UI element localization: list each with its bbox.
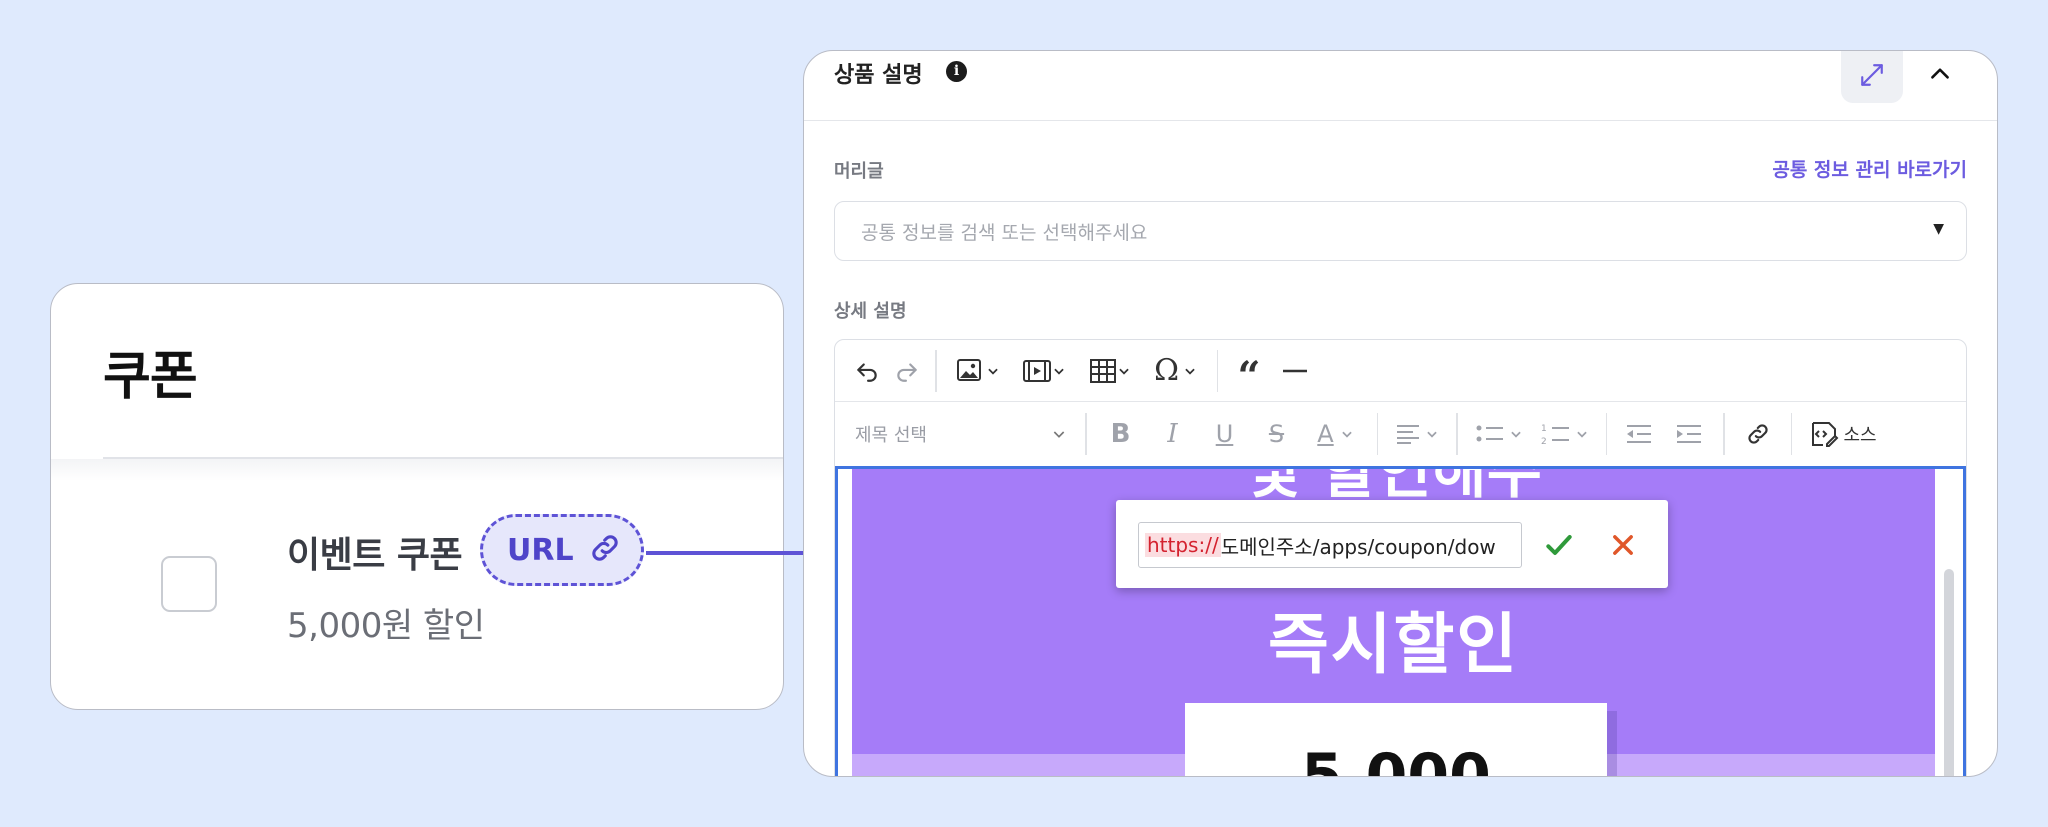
common-info-link[interactable]: 공통 정보 관리 바로가기 (1772, 155, 1967, 182)
numbered-list-icon[interactable]: 12 (1532, 414, 1598, 454)
italic-icon[interactable]: I (1147, 414, 1199, 454)
link-protocol: https:// (1145, 533, 1221, 557)
select-placeholder: 공통 정보를 검색 또는 선택해주세요 (861, 222, 1148, 244)
editor-toolbar-format: 제목 선택 B I U S A 12 소스 (835, 403, 1966, 465)
bullet-list-icon[interactable] (1466, 414, 1532, 454)
url-link-button[interactable]: URL (480, 514, 644, 586)
special-character-icon[interactable]: Ω (1143, 351, 1209, 391)
link-url-input[interactable]: https://도메인주소/apps/coupon/dow (1138, 522, 1522, 568)
blockquote-icon[interactable]: “ (1226, 351, 1272, 396)
coupon-checkbox[interactable] (161, 556, 217, 612)
indent-icon[interactable] (1663, 414, 1715, 454)
confirm-link-button[interactable] (1538, 524, 1580, 566)
underline-icon[interactable]: U (1199, 414, 1251, 454)
info-icon[interactable]: i (946, 61, 967, 82)
insert-media-icon[interactable] (1011, 351, 1077, 391)
header-field-label: 머리글 (834, 161, 884, 182)
link-edit-popup: https://도메인주소/apps/coupon/dow (1116, 500, 1668, 588)
caret-down-icon: ▼ (1933, 221, 1944, 237)
editor-toolbar-main: Ω “ (835, 340, 1966, 402)
coupon-card: 쿠폰 이벤트 쿠폰 5,000원 할인 (50, 283, 784, 710)
source-button[interactable]: 소스 (1800, 414, 1886, 454)
expand-button[interactable] (1841, 51, 1903, 103)
source-code-icon (1812, 422, 1839, 447)
check-icon (1546, 535, 1572, 555)
heading-select[interactable]: 제목 선택 (847, 414, 1077, 454)
insert-image-icon[interactable] (945, 351, 1011, 391)
link-icon[interactable] (1733, 414, 1783, 454)
strikethrough-icon[interactable]: S (1251, 414, 1303, 454)
horizontal-line-icon[interactable] (1272, 351, 1318, 391)
chevron-down-icon (1053, 431, 1065, 438)
redo-icon[interactable] (887, 351, 927, 391)
coupon-title: 쿠폰 (103, 347, 198, 407)
align-icon[interactable] (1386, 414, 1448, 454)
source-label: 소스 (1843, 425, 1877, 446)
scrollbar-thumb[interactable] (1944, 569, 1954, 776)
bold-icon[interactable]: B (1095, 414, 1147, 454)
banner-amount: 5,000 (1301, 741, 1491, 777)
coupon-discount: 5,000원 할인 (287, 606, 485, 646)
svg-text:2: 2 (1541, 437, 1547, 446)
banner-amount-card: 5,000 (1185, 703, 1607, 777)
undo-icon[interactable] (847, 351, 887, 391)
url-label: URL (507, 532, 574, 568)
detail-field-label: 상세 설명 (834, 301, 907, 322)
panel-header: 상품 설명 i (804, 51, 1997, 121)
insert-table-icon[interactable] (1077, 351, 1143, 391)
product-description-panel: 상품 설명 i 머리글 공통 정보 관리 바로가기 공통 정보를 검색 또는 선… (803, 50, 1998, 777)
panel-title: 상품 설명 (834, 63, 923, 88)
banner-headline: 즉시할인 (1268, 606, 1519, 683)
link-icon (588, 531, 622, 569)
svg-text:1: 1 (1541, 424, 1547, 434)
cancel-link-button[interactable] (1602, 524, 1644, 566)
link-path: 도메인주소/apps/coupon/dow (1220, 534, 1496, 559)
outdent-icon[interactable] (1615, 414, 1663, 454)
common-info-select[interactable]: 공통 정보를 검색 또는 선택해주세요 ▼ (834, 201, 1967, 261)
coupon-name: 이벤트 쿠폰 (287, 535, 463, 576)
close-icon (1613, 535, 1633, 555)
text-color-icon[interactable]: A (1303, 414, 1369, 454)
expand-icon (1859, 62, 1885, 92)
chevron-up-icon (1927, 60, 1953, 90)
heading-select-label: 제목 선택 (855, 425, 927, 446)
collapse-button[interactable] (1922, 57, 1958, 93)
